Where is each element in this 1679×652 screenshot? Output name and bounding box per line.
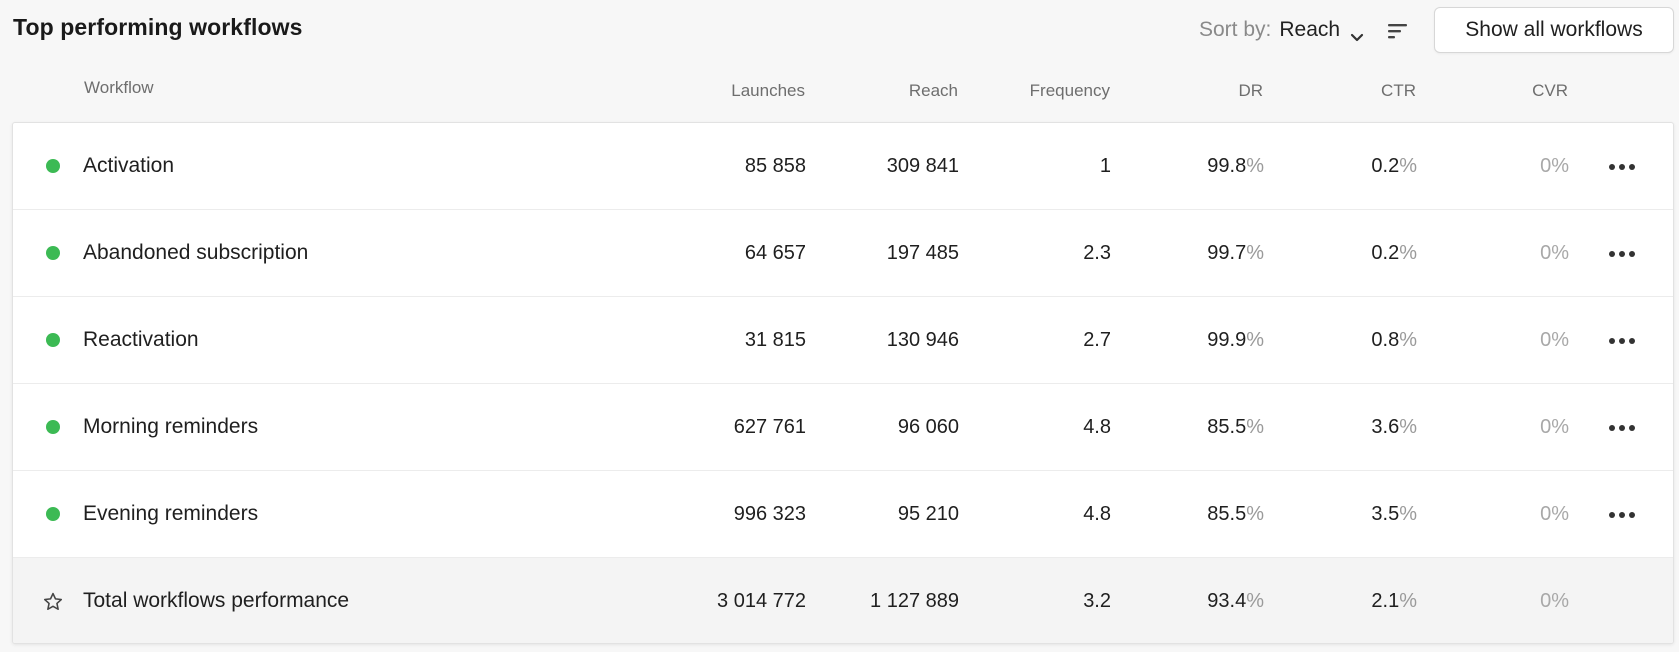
cell-cvr: 0% (1540, 329, 1569, 351)
cell-dr: 99.8% (1161, 123, 1264, 210)
column-header-workflow[interactable]: Workflow (84, 78, 154, 98)
dr-value: 99.7 (1207, 242, 1247, 264)
workflows-table: Activation 85 858 309 841 1 99.8% 0.2% 0% Aband… (12, 122, 1674, 644)
cell-dr: 85.5% (1161, 471, 1264, 558)
star-icon (42, 591, 64, 613)
more-options-icon[interactable] (1608, 337, 1636, 345)
show-all-workflows-button[interactable]: Show all workflows (1434, 7, 1674, 53)
workflow-name[interactable]: Evening reminders (83, 471, 258, 558)
status-dot-icon (46, 159, 60, 173)
percent-sign: % (1399, 590, 1417, 612)
total-label: Total workflows performance (83, 589, 350, 612)
cell-dr: 85.5% (1161, 384, 1264, 471)
percent-sign: % (1246, 242, 1264, 264)
column-header-ctr[interactable]: CTR (1310, 81, 1416, 101)
ctr-value: 0.8 (1371, 329, 1400, 351)
table-row[interactable]: Evening reminders 996 323 95 210 4.8 85.5% 3.… (13, 471, 1673, 558)
workflow-name[interactable]: Reactivation (83, 297, 199, 384)
column-header-launches[interactable]: Launches (700, 81, 805, 101)
cell-dr: 99.9% (1161, 297, 1264, 384)
percent-sign: % (1399, 155, 1417, 177)
cell-cvr: 0% (1540, 242, 1569, 264)
more-options-icon[interactable] (1608, 250, 1636, 258)
status-dot-icon (46, 420, 60, 434)
ctr-value: 0.2 (1371, 155, 1400, 177)
cell-ctr: 2.1% (1311, 558, 1417, 643)
cell-ctr: 0.2% (1311, 123, 1417, 210)
ctr-value: 2.1 (1371, 590, 1400, 612)
table-row[interactable]: Activation 85 858 309 841 1 99.8% 0.2% 0% (13, 123, 1673, 210)
workflows-panel: Top performing workflows Sort by: Reach … (0, 0, 1679, 652)
ctr-value: 3.5 (1371, 503, 1400, 525)
cell-launches: 64 657 (744, 242, 806, 264)
cell-reach: 197 485 (886, 242, 959, 264)
dr-value: 85.5 (1207, 503, 1247, 525)
column-header-dr[interactable]: DR (1160, 81, 1263, 101)
cell-cvr: 0% (1540, 416, 1569, 438)
percent-sign: % (1399, 242, 1417, 264)
ctr-value: 3.6 (1371, 416, 1400, 438)
cell-frequency: 4.8 (1083, 416, 1111, 438)
cell-reach: 309 841 (886, 155, 959, 177)
cell-dr: 93.4% (1161, 558, 1264, 643)
more-options-icon[interactable] (1608, 424, 1636, 432)
cell-frequency: 2.7 (1083, 329, 1111, 351)
cell-frequency: 2.3 (1083, 242, 1111, 264)
percent-sign: % (1246, 329, 1264, 351)
cell-dr: 99.7% (1161, 210, 1264, 297)
ctr-value: 0.2 (1371, 242, 1400, 264)
dr-value: 99.9 (1207, 329, 1247, 351)
cell-reach: 96 060 (897, 416, 959, 438)
workflow-name[interactable]: Abandoned subscription (83, 210, 308, 297)
cell-frequency: 1 (1099, 155, 1111, 177)
column-header-frequency[interactable]: Frequency (990, 81, 1110, 101)
cell-ctr: 0.8% (1311, 297, 1417, 384)
sort-label: Sort by: (1199, 18, 1272, 41)
cell-launches: 627 761 (733, 416, 806, 438)
percent-sign: % (1246, 155, 1264, 177)
table-row[interactable]: Abandoned subscription 64 657 197 485 2.3 99… (13, 210, 1673, 297)
cell-launches: 31 815 (744, 329, 806, 351)
dr-value: 99.8 (1207, 155, 1247, 177)
cell-cvr: 0% (1540, 590, 1569, 612)
cell-reach: 130 946 (886, 329, 959, 351)
sort-order-icon[interactable] (1387, 22, 1408, 40)
status-dot-icon (46, 507, 60, 521)
column-header-cvr[interactable]: CVR (1470, 81, 1568, 101)
cell-ctr: 3.5% (1311, 471, 1417, 558)
dr-value: 93.4 (1207, 590, 1247, 612)
cell-reach: 1 127 889 (870, 590, 959, 612)
more-options-icon[interactable] (1608, 511, 1636, 519)
table-row[interactable]: Reactivation 31 815 130 946 2.7 99.9% 0.8% 0% (13, 297, 1673, 384)
cell-launches: 85 858 (744, 155, 806, 177)
status-dot-icon (46, 246, 60, 260)
sort-value: Reach (1279, 18, 1341, 41)
cell-reach: 95 210 (897, 503, 959, 525)
more-options-icon[interactable] (1608, 163, 1636, 171)
percent-sign: % (1399, 329, 1417, 351)
cell-cvr: 0% (1540, 155, 1569, 177)
column-header-reach[interactable]: Reach (860, 81, 958, 101)
percent-sign: % (1246, 503, 1264, 525)
percent-sign: % (1246, 590, 1264, 612)
cell-launches: 996 323 (733, 503, 806, 525)
panel-title: Top performing workflows (13, 14, 303, 40)
cell-frequency: 4.8 (1083, 503, 1111, 525)
cell-cvr: 0% (1540, 503, 1569, 525)
cell-ctr: 3.6% (1311, 384, 1417, 471)
percent-sign: % (1399, 503, 1417, 525)
total-row: Total workflows performance 3 014 772 1 12… (13, 558, 1673, 643)
dr-value: 85.5 (1207, 416, 1247, 438)
table-row[interactable]: Morning reminders 627 761 96 060 4.8 85.5% 3.… (13, 384, 1673, 471)
chevron-down-icon (1350, 25, 1364, 42)
cell-ctr: 0.2% (1311, 210, 1417, 297)
cell-launches: 3 014 772 (717, 590, 806, 612)
workflow-name[interactable]: Activation (83, 123, 174, 210)
cell-frequency: 3.2 (1083, 590, 1111, 612)
status-dot-icon (46, 333, 60, 347)
percent-sign: % (1399, 416, 1417, 438)
sort-dropdown[interactable]: Sort by: Reach (1199, 17, 1364, 43)
percent-sign: % (1246, 416, 1264, 438)
workflow-name[interactable]: Morning reminders (83, 384, 258, 471)
